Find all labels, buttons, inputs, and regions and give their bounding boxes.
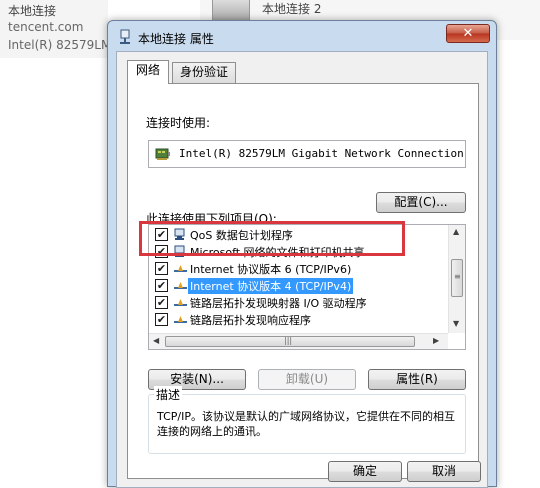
vertical-scrollbar[interactable]: ▲ ≡ ▼ (448, 225, 465, 333)
protocol-icon (174, 299, 187, 306)
checkbox[interactable]: ✔ (155, 296, 168, 309)
background-connection-2-name: 本地连接 2 (262, 2, 322, 16)
window-title: 本地连接 属性 (138, 32, 214, 46)
description-legend: 描述 (154, 386, 183, 403)
ok-button[interactable]: 确定 (328, 461, 402, 482)
list-item-label: 链路层拓扑发现响应程序 (190, 314, 311, 327)
scroll-down-icon[interactable]: ▼ (453, 319, 459, 328)
list-item[interactable]: ✔ 链路层拓扑发现响应程序 (149, 311, 445, 328)
list-item[interactable]: ✔ Internet 协议版本 6 (TCP/IPv6) (149, 260, 445, 277)
scroll-right-icon[interactable]: ▶ (433, 336, 439, 345)
list-item[interactable]: ✔ 链路层拓扑发现映射器 I/O 驱动程序 (149, 294, 445, 311)
vertical-scroll-thumb[interactable]: ≡ (451, 259, 463, 297)
grip-icon: ≡ (454, 272, 461, 281)
scroll-up-icon[interactable]: ▲ (453, 227, 459, 236)
grip-icon: ||| (284, 336, 293, 345)
checkbox[interactable]: ✔ (155, 262, 168, 275)
adapter-name: Intel(R) 82579LM Gigabit Network Connect… (179, 147, 464, 160)
network-icon (120, 29, 130, 44)
background-adapter: Intel(R) 82579LM (8, 38, 112, 52)
protocol-icon (174, 316, 187, 323)
dialog-body: 网络 身份验证 连接时使用: Intel(R) 82579LM Gigabit … (116, 51, 488, 488)
cancel-button[interactable]: 取消 (407, 461, 481, 482)
checkbox[interactable]: ✔ (155, 279, 168, 292)
tab-network[interactable]: 网络 (127, 60, 169, 84)
configure-button[interactable]: 配置(C)... (376, 192, 466, 213)
protocol-icon (174, 265, 187, 272)
background-adapter-icon (212, 0, 250, 22)
adapter-icon (155, 148, 170, 160)
horizontal-scrollbar[interactable]: ◀ ||| ▶ (149, 333, 448, 349)
checkbox[interactable]: ✔ (155, 313, 168, 326)
network-tab-panel: 连接时使用: Intel(R) 82579LM Gigabit Network … (127, 83, 479, 479)
uninstall-button[interactable]: 卸载(U) (258, 369, 356, 390)
list-item-label: Internet 协议版本 4 (TCP/IPv4) (188, 278, 354, 294)
list-item-label: 链路层拓扑发现映射器 I/O 驱动程序 (190, 297, 367, 310)
list-item-selected[interactable]: ✔ Internet 协议版本 4 (TCP/IPv4) (149, 277, 445, 294)
highlight-annotation (139, 221, 405, 256)
adapter-field: Intel(R) 82579LM Gigabit Network Connect… (148, 140, 466, 168)
background-domain: tencent.com (8, 20, 84, 34)
connect-using-label: 连接时使用: (146, 116, 211, 130)
description-text: TCP/IP。该协议是默认的广域网络协议，它提供在不同的相互连接的网络上的通讯。 (157, 410, 455, 438)
protocol-icon (174, 282, 187, 289)
description-group: TCP/IP。该协议是默认的广域网络协议，它提供在不同的相互连接的网络上的通讯。 (148, 394, 466, 454)
horizontal-scroll-thumb[interactable]: ||| (165, 336, 415, 347)
properties-button[interactable]: 属性(R) (368, 369, 466, 390)
background-connection-name: 本地连接 (8, 4, 57, 18)
scroll-left-icon[interactable]: ◀ (153, 336, 159, 345)
close-button[interactable]: ✕ (446, 24, 490, 43)
tab-authentication[interactable]: 身份验证 (172, 62, 236, 83)
list-item-label: Internet 协议版本 6 (TCP/IPv6) (190, 263, 352, 276)
